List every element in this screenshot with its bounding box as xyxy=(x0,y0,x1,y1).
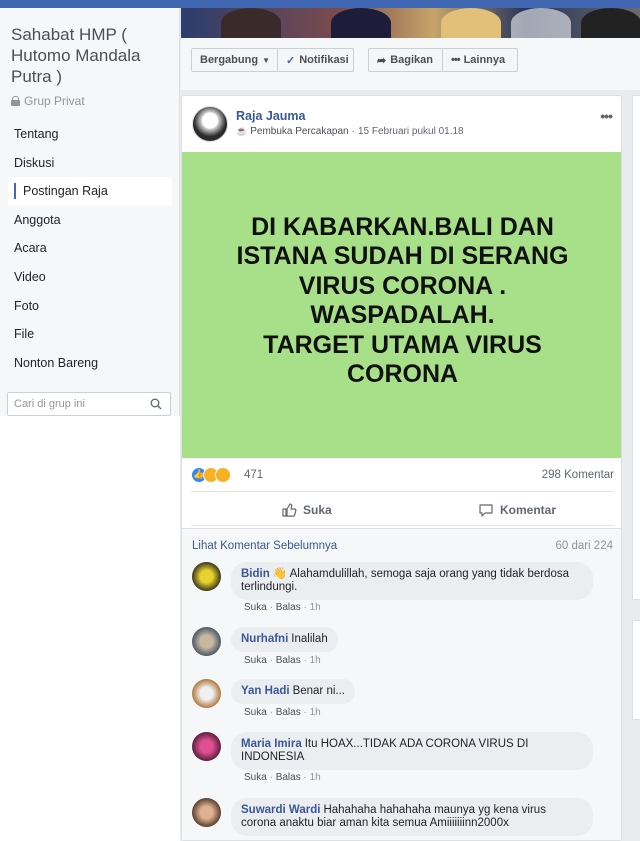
comment-reply-link[interactable]: Balas xyxy=(276,602,301,613)
commenter-avatar[interactable] xyxy=(192,732,221,761)
cover-photo[interactable] xyxy=(181,8,640,38)
post-action-bar: Suka Komentar xyxy=(191,494,614,526)
comment-text: Benar ni... xyxy=(292,685,345,697)
join-button[interactable]: Bergabung ▼ xyxy=(191,48,278,72)
author-role: Pembuka Percakapan xyxy=(250,126,349,137)
commenter-avatar[interactable] xyxy=(192,627,221,656)
commenter-name[interactable]: Suwardi Wardi xyxy=(241,804,320,816)
reaction-count[interactable]: 471 xyxy=(244,469,263,481)
notify-label: Notifikasi xyxy=(299,54,349,66)
comment-reply-link[interactable]: Balas xyxy=(276,707,301,718)
commenter-name[interactable]: Nurhafni xyxy=(241,633,288,645)
nav-item-postingan-raja[interactable]: Postingan Raja xyxy=(8,177,172,206)
nav-item-acara[interactable]: Acara xyxy=(8,234,172,263)
comment-text: 👋 Alahamdulillah, semoga saja orang yang… xyxy=(241,568,569,593)
comment-count[interactable]: 298 Komentar xyxy=(542,469,614,481)
comment-bubble: Yan Hadi Benar ni... xyxy=(231,679,355,704)
nav-item-nonton-bareng[interactable]: Nonton Bareng xyxy=(8,349,172,378)
commenter-name[interactable]: Yan Hadi xyxy=(241,685,290,697)
view-previous-comments-link[interactable]: Lihat Komentar Sebelumnya xyxy=(192,540,337,552)
group-search xyxy=(7,392,171,416)
ellipsis-icon: ••• xyxy=(451,54,461,66)
commenter-avatar[interactable] xyxy=(192,679,221,708)
comment-time[interactable]: 1h xyxy=(310,707,321,718)
commenter-name[interactable]: Maria Imira xyxy=(241,738,302,750)
reaction-icons[interactable]: 👍 xyxy=(191,467,231,483)
comment-label: Komentar xyxy=(500,503,557,517)
group-actions: Bergabung ▼ ✓ Notifikasi ➦ Bagikan ••• L… xyxy=(181,38,640,90)
post-image-text: DI KABARKAN.BALI DAN ISTANA SUDAH DI SER… xyxy=(236,212,569,389)
conversation-starter-icon: ☕ xyxy=(236,126,248,136)
author-avatar[interactable] xyxy=(192,106,228,142)
comment-time[interactable]: 1h xyxy=(310,772,321,783)
share-arrow-icon: ➦ xyxy=(377,54,387,67)
comment-bubble: Maria Imira Itu HOAX...TIDAK ADA CORONA V… xyxy=(231,732,593,770)
join-label: Bergabung xyxy=(200,54,259,66)
comment-meta: Suka · Balas · 1h xyxy=(244,602,321,613)
thumbs-up-icon xyxy=(282,503,297,517)
wow-reaction-icon xyxy=(215,467,231,483)
nav-item-tentang[interactable]: Tentang xyxy=(8,120,172,149)
comment-time[interactable]: 1h xyxy=(310,655,321,666)
reactions-summary: 👍 471 298 Komentar xyxy=(191,458,614,492)
commenter-avatar[interactable] xyxy=(192,798,221,827)
comment-bubble: Suwardi Wardi Hahahaha hahahaha maunya yg… xyxy=(231,798,593,836)
comment-meta: Suka · Balas · 1h xyxy=(244,655,321,666)
group-search-input[interactable] xyxy=(8,393,138,415)
comments-section: Lihat Komentar Sebelumnya 60 dari 224 Bi… xyxy=(182,528,621,840)
comment-reply-link[interactable]: Balas xyxy=(276,772,301,783)
nav-item-file[interactable]: File xyxy=(8,320,172,349)
notify-button[interactable]: ✓ Notifikasi xyxy=(278,48,354,72)
speech-bubble-icon xyxy=(479,504,493,517)
more-button[interactable]: ••• Lainnya xyxy=(443,48,518,72)
comment-meta: Suka · Balas · 1h xyxy=(244,772,321,783)
author-name[interactable]: Raja Jauma xyxy=(236,109,305,123)
group-sidebar: Sahabat HMP ( Hutomo Mandala Putra ) Gru… xyxy=(0,8,180,841)
post-image[interactable]: DI KABARKAN.BALI DAN ISTANA SUDAH DI SER… xyxy=(182,152,621,458)
group-post: Raja Jauma ☕ Pembuka Percakapan · 15 Feb… xyxy=(181,95,622,841)
post-options-icon[interactable]: ••• xyxy=(600,108,613,124)
comment-bubble: Nurhafni Inalilah xyxy=(231,627,338,652)
meta-separator: · xyxy=(351,126,355,137)
group-nav: Tentang Diskusi Postingan Raja Anggota A… xyxy=(8,120,172,377)
comment-time[interactable]: 1h xyxy=(310,602,321,613)
group-title[interactable]: Sahabat HMP ( Hutomo Mandala Putra ) xyxy=(11,24,171,87)
comment-like-link[interactable]: Suka xyxy=(244,655,267,666)
like-button[interactable]: Suka xyxy=(281,494,332,526)
nav-item-anggota[interactable]: Anggota xyxy=(8,206,172,235)
top-nav-bar xyxy=(0,0,640,8)
nav-item-diskusi[interactable]: Diskusi xyxy=(8,149,172,178)
like-label: Suka xyxy=(303,503,332,517)
right-column-card xyxy=(632,620,640,720)
group-privacy: Grup Privat xyxy=(11,94,85,108)
right-column-card xyxy=(632,95,640,600)
share-label: Bagikan xyxy=(390,54,434,66)
sidebar-blank xyxy=(0,416,180,841)
lock-icon xyxy=(11,96,20,106)
comment-reply-link[interactable]: Balas xyxy=(276,655,301,666)
commenter-name[interactable]: Bidin xyxy=(241,568,270,580)
comment-meta: Suka · Balas · 1h xyxy=(244,707,321,718)
comment-like-link[interactable]: Suka xyxy=(244,707,267,718)
check-icon: ✓ xyxy=(286,54,296,67)
nav-item-foto[interactable]: Foto xyxy=(8,292,172,321)
group-privacy-label: Grup Privat xyxy=(24,94,85,108)
comment-button[interactable]: Komentar xyxy=(478,494,556,526)
comment-like-link[interactable]: Suka xyxy=(244,772,267,783)
nav-item-video[interactable]: Video xyxy=(8,263,172,292)
commenter-avatar[interactable] xyxy=(192,562,221,591)
share-button[interactable]: ➦ Bagikan xyxy=(368,48,443,72)
post-meta: ☕ Pembuka Percakapan · 15 Februari pukul… xyxy=(236,126,464,137)
comment-text: Inalilah xyxy=(291,633,328,645)
search-icon[interactable] xyxy=(150,398,162,410)
comment-bubble: Bidin 👋 Alahamdulillah, semoga saja orang… xyxy=(231,562,593,600)
more-label: Lainnya xyxy=(463,54,506,66)
comment-page-count: 60 dari 224 xyxy=(555,540,613,552)
post-timestamp[interactable]: 15 Februari pukul 01.18 xyxy=(358,126,464,137)
caret-down-icon: ▼ xyxy=(262,55,270,65)
comment-like-link[interactable]: Suka xyxy=(244,602,267,613)
